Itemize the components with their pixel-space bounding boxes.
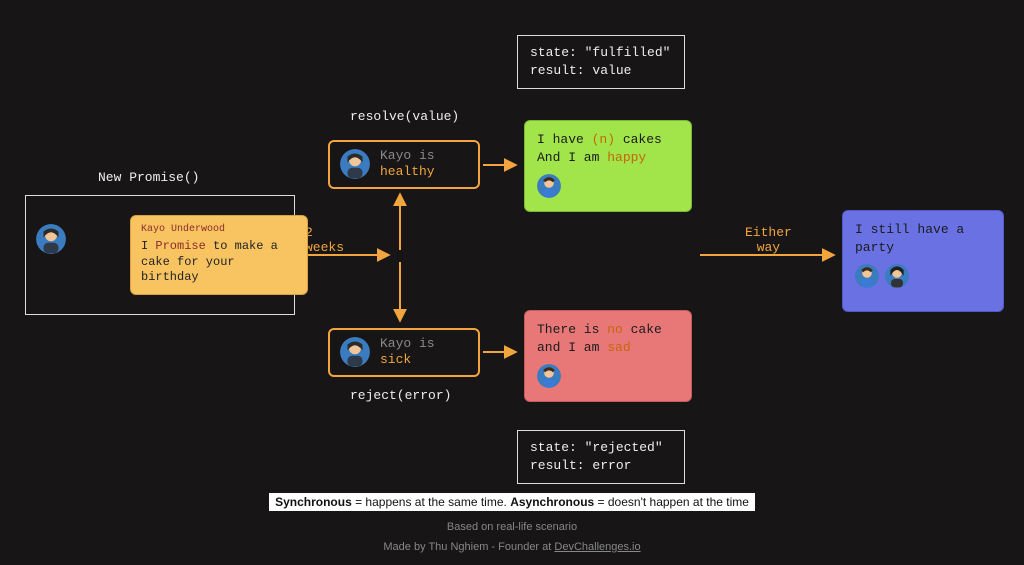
finally-line1: I still have a [855, 221, 991, 239]
finally-line2: party [855, 239, 991, 257]
avatar-boy-happy [537, 174, 561, 198]
then-line1: I have (n) cakes [537, 131, 679, 149]
reject-status-text: Kayo issick [380, 336, 435, 369]
avatar-girl [885, 264, 909, 288]
label-2-weeks: 2weeks [305, 225, 344, 255]
resolve-status-text: Kayo ishealthy [380, 148, 435, 181]
resolve-label: resolve(value) [350, 109, 459, 124]
devchallenges-link[interactable]: DevChallenges.io [554, 541, 640, 553]
footer-credit: Made by Thu Nghiem - Founder at DevChall… [0, 541, 1024, 553]
then-line2: And I am happy [537, 149, 679, 167]
state-rejected-line2: result: error [530, 457, 672, 475]
catch-line2: and I am sad [537, 339, 679, 357]
sync-definition: Synchronous = happens at the same time. … [269, 493, 755, 511]
catch-line1: There is no cake [537, 321, 679, 339]
state-fulfilled-line2: result: value [530, 62, 672, 80]
avatar-boy [855, 264, 879, 288]
reject-label: reject(error) [350, 388, 451, 403]
footer: Synchronous = happens at the same time. … [0, 493, 1024, 553]
avatar-kayo-sick [340, 337, 370, 367]
speaker-name: Kayo Underwood [141, 224, 297, 235]
promise-text: I Promise to make a cake for your birthd… [141, 239, 297, 286]
state-fulfilled-line1: state: "fulfilled" [530, 44, 672, 62]
resolve-status-box: Kayo ishealthy [328, 140, 480, 189]
reject-status-box: Kayo issick [328, 328, 480, 377]
promise-speech-bubble: Kayo Underwood I Promise to make a cake … [130, 215, 308, 295]
finally-card: I still have a party [842, 210, 1004, 312]
then-card: I have (n) cakes And I am happy [524, 120, 692, 212]
state-rejected-line1: state: "rejected" [530, 439, 672, 457]
new-promise-title: New Promise() [98, 170, 199, 185]
state-rejected-box: state: "rejected" result: error [517, 430, 685, 484]
promise-diagram: 2weeks Eitherway New Promise() Kayo Unde… [0, 0, 1024, 565]
label-either-way: Eitherway [745, 225, 792, 255]
avatar-kayo [36, 224, 66, 254]
catch-card: There is no cake and I am sad [524, 310, 692, 402]
footer-scenario: Based on real-life scenario [0, 521, 1024, 533]
avatar-kayo-healthy [340, 149, 370, 179]
avatar-boy-sad [537, 364, 561, 388]
state-fulfilled-box: state: "fulfilled" result: value [517, 35, 685, 89]
